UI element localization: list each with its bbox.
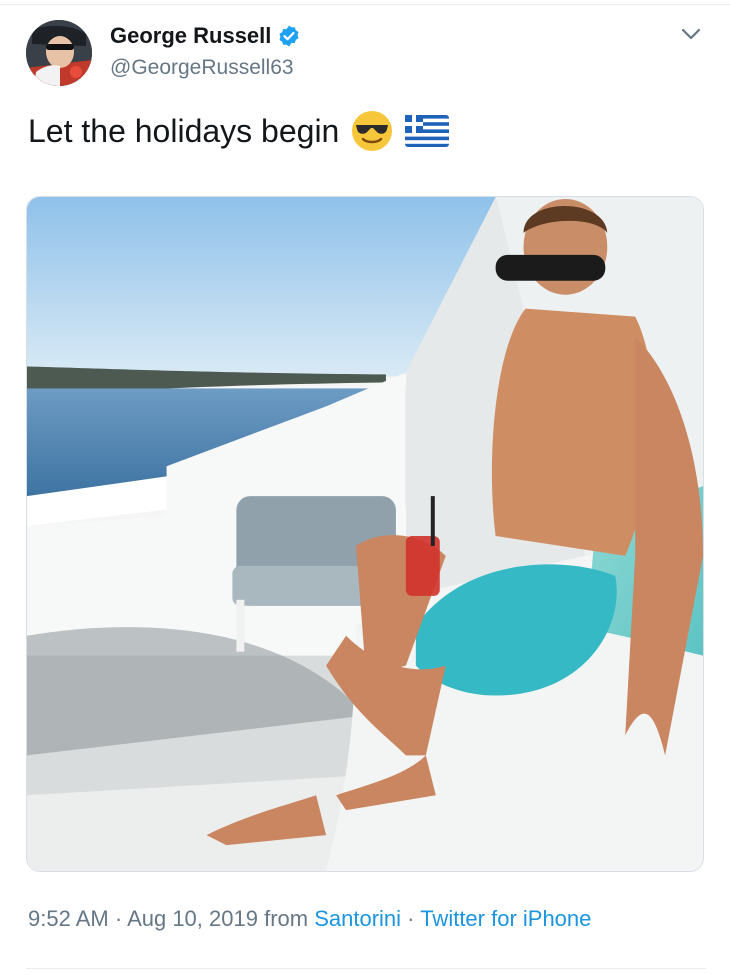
tweet-time[interactable]: 9:52 AM <box>28 906 109 931</box>
bottom-divider <box>26 968 706 969</box>
tweet-text-content: Let the holidays begin <box>28 112 340 149</box>
greece-flag-icon <box>405 115 450 147</box>
author-handle[interactable]: @GeorgeRussell63 <box>110 56 301 80</box>
tweet-date[interactable]: Aug 10, 2019 <box>127 906 258 931</box>
author-name[interactable]: George Russell <box>110 22 271 50</box>
chevron-down-icon[interactable] <box>680 26 702 42</box>
holiday-photo <box>27 197 703 871</box>
tweet-meta: 9:52 AM · Aug 10, 2019 from Santorini · … <box>28 906 591 932</box>
top-divider <box>0 4 730 5</box>
tweet-text: Let the holidays begin <box>28 110 450 152</box>
location-link[interactable]: Santorini <box>314 906 401 931</box>
from-label: from <box>257 906 315 931</box>
sunglasses-emoji-icon <box>351 110 393 152</box>
verified-badge-icon <box>277 24 301 48</box>
meta-separator: · <box>401 906 421 931</box>
meta-separator: · <box>108 906 128 931</box>
avatar[interactable] <box>26 20 92 86</box>
avatar-photo <box>26 20 92 86</box>
tweet-photo[interactable] <box>26 196 704 872</box>
author-block[interactable]: George Russell @GeorgeRussell63 <box>110 22 301 80</box>
client-link[interactable]: Twitter for iPhone <box>420 906 591 931</box>
